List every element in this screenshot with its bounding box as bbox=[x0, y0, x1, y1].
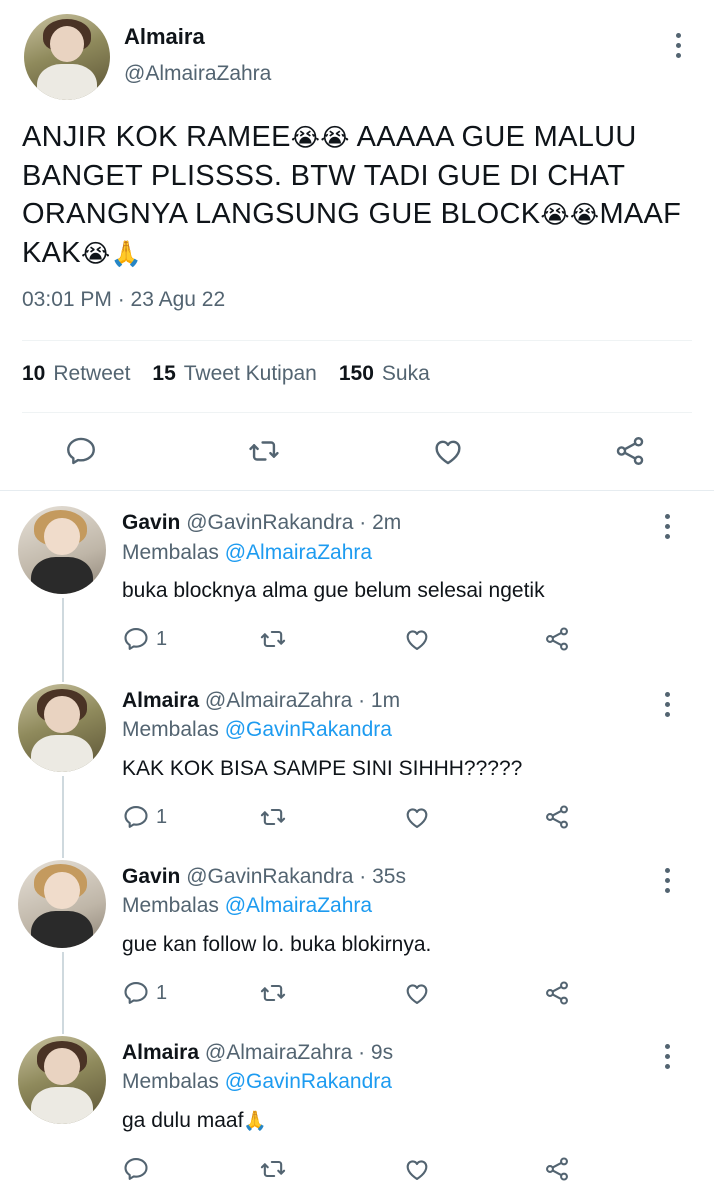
reply-count: 1 bbox=[156, 627, 168, 650]
reply-handle-time[interactable]: @AlmairaZahra · 9s bbox=[205, 1041, 393, 1064]
avatar-almaira[interactable] bbox=[18, 684, 106, 772]
replying-to-mention[interactable]: @AlmairaZahra bbox=[225, 541, 372, 564]
reply-author-name[interactable]: Almaira bbox=[122, 689, 199, 712]
retweets-stat[interactable]: 10 Retweet bbox=[22, 362, 130, 386]
more-icon[interactable] bbox=[663, 692, 671, 717]
reply-icon[interactable]: 1 bbox=[122, 979, 167, 1007]
avatar-almaira[interactable] bbox=[18, 1036, 106, 1124]
tweet-stats: 10 Retweet 15 Tweet Kutipan 150 Suka bbox=[22, 362, 452, 386]
like-icon[interactable] bbox=[402, 979, 432, 1007]
share-icon[interactable] bbox=[612, 434, 648, 468]
avatar-almaira[interactable] bbox=[24, 14, 110, 100]
share-icon[interactable] bbox=[542, 625, 572, 653]
divider bbox=[22, 412, 692, 413]
reply-emoji: 🙏 bbox=[243, 1110, 268, 1132]
reply-text: buka blocknya alma gue belum selesai nge… bbox=[122, 579, 545, 602]
reply-text: gue kan follow lo. buka blokirnya. bbox=[122, 933, 432, 956]
reply-tweet[interactable]: Almaira @AlmairaZahra · 9s Membalas @Gav… bbox=[0, 1030, 714, 1200]
reply-action-bar: 1 bbox=[0, 979, 714, 1019]
reply-count: 1 bbox=[156, 805, 168, 828]
reply-count: 1 bbox=[156, 981, 168, 1004]
reply-author-name[interactable]: Gavin bbox=[122, 865, 180, 888]
tweet-timestamp[interactable]: 03:01 PM · 23 Agu 22 bbox=[22, 288, 225, 312]
author-name[interactable]: Almaira bbox=[124, 24, 205, 50]
more-icon[interactable] bbox=[663, 868, 671, 893]
reply-handle-time[interactable]: @GavinRakandra · 35s bbox=[186, 865, 406, 888]
share-icon[interactable] bbox=[542, 979, 572, 1007]
main-action-bar bbox=[0, 434, 714, 474]
reply-handle-time[interactable]: @GavinRakandra · 2m bbox=[186, 511, 401, 534]
reply-tweet[interactable]: Gavin @GavinRakandra · 35s Membalas @Alm… bbox=[0, 854, 714, 1030]
reply-author-name[interactable]: Gavin bbox=[122, 511, 180, 534]
reply-author-name[interactable]: Almaira bbox=[122, 1041, 199, 1064]
replying-prefix: Membalas bbox=[122, 1070, 219, 1093]
reply-action-bar: 1 bbox=[0, 625, 714, 665]
reply-action-bar bbox=[0, 1155, 714, 1195]
replying-to-mention[interactable]: @GavinRakandra bbox=[225, 1070, 392, 1093]
like-icon[interactable] bbox=[402, 1155, 432, 1183]
reply-handle-time[interactable]: @AlmairaZahra · 1m bbox=[205, 689, 400, 712]
retweet-icon[interactable] bbox=[258, 625, 288, 653]
quotes-stat[interactable]: 15 Tweet Kutipan bbox=[152, 362, 316, 386]
share-icon[interactable] bbox=[542, 803, 572, 831]
retweet-icon[interactable] bbox=[258, 1155, 288, 1183]
retweet-icon[interactable] bbox=[258, 803, 288, 831]
reply-tweet[interactable]: Gavin @GavinRakandra · 2m Membalas @Alma… bbox=[0, 500, 714, 678]
reply-tweet[interactable]: Almaira @AlmairaZahra · 1m Membalas @Gav… bbox=[0, 678, 714, 854]
replying-prefix: Membalas bbox=[122, 718, 219, 741]
main-tweet[interactable]: Almaira @AlmairaZahra ANJIR KOK RAMEE😭😭 … bbox=[0, 0, 714, 490]
reply-icon[interactable]: 1 bbox=[122, 625, 167, 653]
likes-stat[interactable]: 150 Suka bbox=[339, 362, 430, 386]
avatar-gavin[interactable] bbox=[18, 860, 106, 948]
like-icon[interactable] bbox=[430, 434, 466, 468]
replying-prefix: Membalas bbox=[122, 541, 219, 564]
tweet-emoji: 😭😭 bbox=[540, 200, 600, 229]
replying-prefix: Membalas bbox=[122, 894, 219, 917]
tweet-text-part: ANJIR KOK RAMEE bbox=[22, 121, 291, 153]
replying-to-mention[interactable]: @AlmairaZahra bbox=[225, 894, 372, 917]
retweet-icon[interactable] bbox=[258, 979, 288, 1007]
avatar-gavin[interactable] bbox=[18, 506, 106, 594]
share-icon[interactable] bbox=[542, 1155, 572, 1183]
tweet-emoji: 😭🙏 bbox=[80, 239, 142, 268]
section-divider bbox=[0, 490, 714, 491]
like-icon[interactable] bbox=[402, 625, 432, 653]
replying-to-mention[interactable]: @GavinRakandra bbox=[225, 718, 392, 741]
tweet-emoji: 😭😭 bbox=[290, 123, 350, 152]
reply-icon[interactable]: 1 bbox=[122, 803, 167, 831]
tweet-text: ANJIR KOK RAMEE😭😭 AAAAA GUE MALUU BANGET… bbox=[22, 118, 692, 273]
reply-text: ga dulu maaf bbox=[122, 1109, 244, 1132]
divider bbox=[22, 340, 692, 341]
reply-icon[interactable] bbox=[122, 1155, 150, 1183]
reply-icon[interactable] bbox=[64, 434, 98, 468]
more-icon[interactable] bbox=[663, 1044, 671, 1069]
like-icon[interactable] bbox=[402, 803, 432, 831]
retweet-icon[interactable] bbox=[246, 434, 282, 468]
reply-text: KAK KOK BISA SAMPE SINI SIHHH????? bbox=[122, 757, 523, 780]
more-icon[interactable] bbox=[674, 33, 682, 58]
reply-action-bar: 1 bbox=[0, 803, 714, 843]
more-icon[interactable] bbox=[663, 514, 671, 539]
author-handle[interactable]: @AlmairaZahra bbox=[124, 62, 271, 86]
